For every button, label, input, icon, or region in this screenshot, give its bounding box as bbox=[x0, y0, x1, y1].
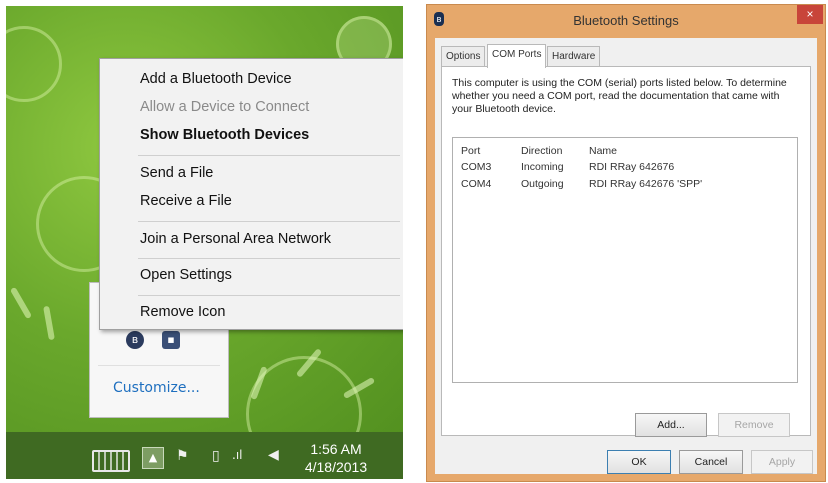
tab-options[interactable]: Options bbox=[441, 46, 486, 67]
wallpaper-decoration bbox=[9, 286, 33, 320]
signal-icon[interactable]: .ıl bbox=[232, 448, 242, 462]
dialog-body: Options COM Ports Hardware This computer… bbox=[435, 38, 817, 474]
wallpaper-decoration bbox=[43, 305, 55, 341]
com-ports-list[interactable]: Port Direction Name COM3 Incoming RDI RR… bbox=[452, 137, 798, 383]
cell-name: RDI RRay 642676 bbox=[589, 161, 675, 173]
menu-item-open-settings[interactable]: Open Settings bbox=[140, 267, 232, 283]
clock-date[interactable]: 4/18/2013 bbox=[296, 459, 376, 475]
dialog-title: Bluetooth Settings bbox=[573, 13, 679, 28]
bluetooth-icon[interactable]: ʙ bbox=[126, 331, 144, 349]
battery-icon[interactable]: ▯ bbox=[212, 448, 220, 464]
cell-port: COM4 bbox=[461, 178, 492, 190]
remove-button: Remove bbox=[718, 413, 790, 437]
cell-name: RDI RRay 642676 'SPP' bbox=[589, 178, 703, 190]
show-hidden-icons-icon[interactable]: ▲ bbox=[142, 447, 164, 469]
cancel-button[interactable]: Cancel bbox=[679, 450, 743, 474]
app-icon[interactable]: ▪ bbox=[162, 331, 180, 349]
tab-com-ports[interactable]: COM Ports bbox=[487, 44, 547, 68]
divider bbox=[98, 365, 220, 366]
menu-item-send-file[interactable]: Send a File bbox=[140, 165, 213, 181]
menu-separator bbox=[138, 221, 400, 222]
menu-item-receive-file[interactable]: Receive a File bbox=[140, 193, 232, 209]
tab-hardware[interactable]: Hardware bbox=[547, 46, 601, 67]
desktop-area: ʙ ▪ Customize... Add a Bluetooth Device … bbox=[6, 6, 403, 479]
menu-item-allow-connect: Allow a Device to Connect bbox=[140, 99, 310, 115]
cell-direction: Outgoing bbox=[521, 178, 564, 190]
menu-separator bbox=[138, 258, 400, 259]
menu-separator bbox=[138, 155, 400, 156]
volume-icon[interactable]: ◀ bbox=[268, 447, 279, 463]
table-row[interactable]: COM3 Incoming RDI RRay 642676 bbox=[453, 161, 797, 176]
bluetooth-context-menu: Add a Bluetooth Device Allow a Device to… bbox=[99, 58, 403, 330]
menu-item-show-devices[interactable]: Show Bluetooth Devices bbox=[140, 127, 309, 143]
bluetooth-settings-dialog: ʙ Bluetooth Settings × Options COM Ports… bbox=[426, 4, 826, 482]
keyboard-icon[interactable] bbox=[92, 450, 130, 472]
column-header-direction[interactable]: Direction bbox=[521, 145, 562, 157]
clock-time[interactable]: 1:56 AM bbox=[296, 441, 376, 457]
title-bar[interactable]: ʙ Bluetooth Settings × bbox=[427, 5, 825, 33]
menu-item-remove-icon[interactable]: Remove Icon bbox=[140, 304, 225, 320]
menu-separator bbox=[138, 295, 400, 296]
column-header-port[interactable]: Port bbox=[461, 145, 480, 157]
table-row[interactable]: COM4 Outgoing RDI RRay 642676 'SPP' bbox=[453, 178, 797, 193]
customize-link[interactable]: Customize... bbox=[113, 380, 200, 396]
menu-item-add-device[interactable]: Add a Bluetooth Device bbox=[140, 71, 292, 87]
flag-icon[interactable]: ⚑ bbox=[176, 448, 189, 464]
taskbar: ▲ ⚑ ▯ .ıl ◀ 1:56 AM 4/18/2013 bbox=[6, 432, 403, 479]
ok-button[interactable]: OK bbox=[607, 450, 671, 474]
column-header-name[interactable]: Name bbox=[589, 145, 617, 157]
cell-direction: Incoming bbox=[521, 161, 564, 173]
cell-port: COM3 bbox=[461, 161, 492, 173]
apply-button: Apply bbox=[751, 450, 813, 474]
menu-item-join-pan[interactable]: Join a Personal Area Network bbox=[140, 231, 331, 247]
com-ports-panel: This computer is using the COM (serial) … bbox=[441, 66, 811, 437]
wallpaper-decoration bbox=[6, 26, 62, 102]
add-button[interactable]: Add... bbox=[635, 413, 707, 437]
description-text: This computer is using the COM (serial) … bbox=[452, 77, 787, 115]
close-button[interactable]: × bbox=[797, 5, 823, 24]
